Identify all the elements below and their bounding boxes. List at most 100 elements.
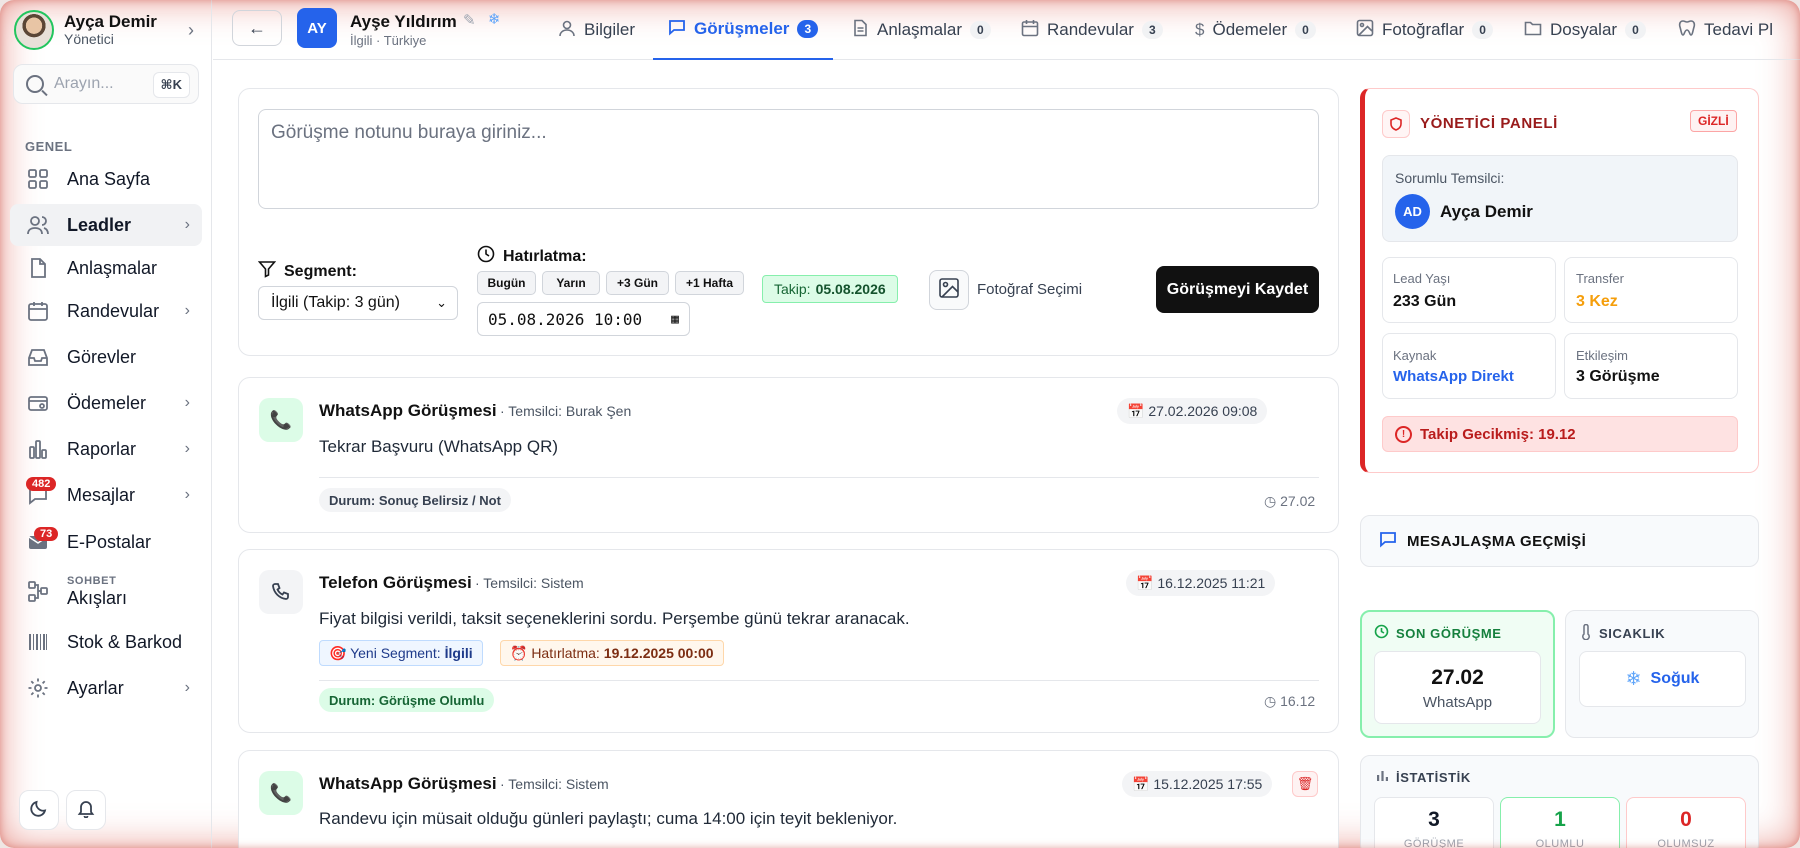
phone-icon: 📞 [259, 398, 303, 442]
bar-chart-icon [26, 437, 50, 461]
sidebar-item-mesajlar[interactable]: 482 Mesajlar › [10, 474, 202, 516]
tab-bilgiler[interactable]: Bilgiler [558, 0, 635, 60]
stat-number-label: OLUMLU [1535, 838, 1585, 848]
trash-icon: 🗑 [1296, 776, 1314, 791]
sidebar-item-raporlar[interactable]: Raporlar › [10, 428, 202, 470]
grid-icon [26, 167, 50, 191]
arrow-left-icon: ← [248, 17, 266, 38]
sidebar-item-leadler[interactable]: Leadler › [10, 204, 202, 246]
temperature-value-box: ❄ Soğuk [1579, 651, 1746, 707]
stat-transfer [1564, 257, 1738, 323]
sidebar-item-stok-barkod[interactable]: Stok & Barkod [10, 621, 202, 663]
save-meeting-button[interactable]: Görüşmeyi Kaydet [1156, 266, 1319, 313]
reminder-tag-value: 19.12.2025 00:00 [603, 645, 714, 661]
bar-chart-icon [1376, 769, 1389, 785]
theme-toggle-button[interactable] [19, 790, 59, 830]
sidebar-item-ana-sayfa[interactable]: Ana Sayfa [10, 158, 202, 200]
tab-count: 0 [970, 21, 991, 39]
search-shortcut: ⌘K [152, 72, 190, 98]
stat-label: Etkileşim [1576, 348, 1629, 363]
meeting-time-value: 16.12 [1280, 693, 1316, 709]
user-menu[interactable]: Ayça Demir Yönetici › [14, 10, 200, 50]
divider [319, 477, 1319, 478]
edit-icon[interactable]: ✎ [463, 11, 476, 29]
follow-up-label: Takip: [774, 281, 811, 297]
tab-randevular[interactable]: Randevular 3 [1021, 0, 1163, 60]
tab-tedavi-plani[interactable]: Tedavi Pl [1678, 0, 1773, 60]
photo-select-button[interactable] [929, 270, 969, 310]
clock-icon [477, 245, 495, 268]
stat-number-label: OLUMSUZ [1657, 838, 1715, 848]
notifications-button[interactable] [66, 790, 106, 830]
sidebar-item-sohbet-akislari[interactable]: SOHBET Akışları [10, 570, 202, 612]
overdue-alert: ! Takip Gecikmiş: 19.12 [1382, 416, 1738, 452]
overdue-text: Takip Gecikmiş: 19.12 [1420, 425, 1576, 443]
tab-gorusmeler[interactable]: Görüşmeler 3 [653, 0, 834, 60]
tab-odemeler[interactable]: $ Ödemeler 0 [1195, 0, 1316, 60]
tab-label: Dosyalar [1550, 20, 1618, 39]
sidebar-item-ayarlar[interactable]: Ayarlar › [10, 667, 202, 709]
tab-anlasmalar[interactable]: Anlaşmalar 0 [851, 0, 991, 60]
lead-name: Ayşe Yıldırım [350, 12, 457, 31]
clock-icon: ◷ [1264, 693, 1281, 709]
barcode-icon [26, 630, 50, 654]
tab-fotograflar[interactable]: Fotoğraflar 0 [1356, 0, 1493, 60]
tab-count: 0 [1472, 21, 1493, 39]
sidebar-item-label: Ana Sayfa [67, 168, 151, 189]
clock-icon [1374, 624, 1389, 642]
tab-count: 3 [797, 20, 819, 38]
sidebar-item-randevular[interactable]: Randevular › [10, 290, 202, 332]
chevron-right-icon: › [184, 302, 190, 319]
sidebar-item-e-postalar[interactable]: 73 E-Postalar [10, 521, 202, 563]
filter-icon [257, 260, 277, 283]
meeting-rep: · Temsilci: Sistem [475, 575, 584, 591]
flow-icon [26, 579, 50, 603]
quick-tomorrow-button[interactable]: Yarın [542, 271, 600, 295]
calendar-icon[interactable]: ▦ [671, 312, 679, 327]
search-input[interactable]: Arayın... ⌘K [13, 64, 199, 104]
phone-icon: 📞 [259, 771, 303, 815]
header: ← AY Ayşe Yıldırım İlgili · Türkiye ✎ ❄ … [213, 0, 1800, 60]
delete-meeting-button[interactable]: 🗑 [1292, 771, 1318, 797]
temperature-value: Soğuk [1650, 670, 1700, 687]
lead-subtitle: İlgili · Türkiye [350, 33, 427, 48]
quick-1week-button[interactable]: +1 Hafta [675, 271, 744, 295]
meeting-date: 📅 15.12.2025 17:55 [1122, 771, 1273, 797]
stat-lead-age [1382, 257, 1556, 323]
photo-select-label: Fotoğraf Seçimi [977, 281, 1083, 298]
last-meeting-channel: WhatsApp [1422, 694, 1493, 711]
follow-up-date: 05.08.2026 [815, 281, 886, 297]
reminder-datetime-input[interactable]: 05.08.2026 10:00 ▦ [477, 302, 690, 336]
quick-today-button[interactable]: Bugün [477, 271, 536, 295]
stat-interaction [1564, 333, 1738, 399]
segment-select[interactable]: İlgili (Takip: 3 gün) ⌄ [258, 286, 458, 320]
gear-icon [26, 676, 50, 700]
meeting-title: WhatsApp Görüşmesi [319, 401, 497, 420]
meeting-rep: · Temsilci: Burak Şen [500, 403, 632, 419]
snowflake-icon: ❄ [1625, 668, 1642, 690]
thermometer-icon [1580, 623, 1592, 643]
sidebar-item-label: Ayarlar [67, 677, 124, 698]
sidebar-item-gorevler[interactable]: Görevler [10, 336, 202, 378]
last-meeting-title-text: SON GÖRÜŞME [1396, 625, 1502, 641]
rep-avatar: AD [1395, 194, 1430, 229]
note-textarea[interactable]: Görüşme notunu buraya giriniz... [258, 109, 1319, 209]
quick-3days-button[interactable]: +3 Gün [606, 271, 669, 295]
chevron-right-icon: › [184, 394, 190, 411]
temperature-title: SICAKLIK [1580, 623, 1665, 643]
clock-icon: ◷ [1264, 493, 1281, 509]
stat-negative: 0 OLUMSUZ [1626, 797, 1746, 848]
sidebar-item-label: Ödemeler [67, 392, 147, 413]
sidebar-item-label: Raporlar [67, 438, 137, 459]
statistics-title-text: İSTATİSTİK [1396, 769, 1471, 785]
chevron-right-icon: › [184, 216, 190, 233]
messaging-history-button[interactable]: MESAJLAŞMA GEÇMİŞİ [1360, 515, 1759, 567]
back-button[interactable]: ← [232, 10, 282, 46]
sidebar-item-anlasmalar[interactable]: Anlaşmalar [10, 247, 202, 289]
tab-dosyalar[interactable]: Dosyalar 0 [1524, 0, 1646, 60]
sidebar-item-odemeler[interactable]: Ödemeler › [10, 382, 202, 424]
document-icon [851, 19, 869, 42]
app-window: Ayça Demir Yönetici › Arayın... ⌘K GENEL… [0, 0, 1800, 848]
reminder-label-text: Hatırlatma: [503, 247, 587, 265]
chevron-right-icon: › [184, 440, 190, 457]
